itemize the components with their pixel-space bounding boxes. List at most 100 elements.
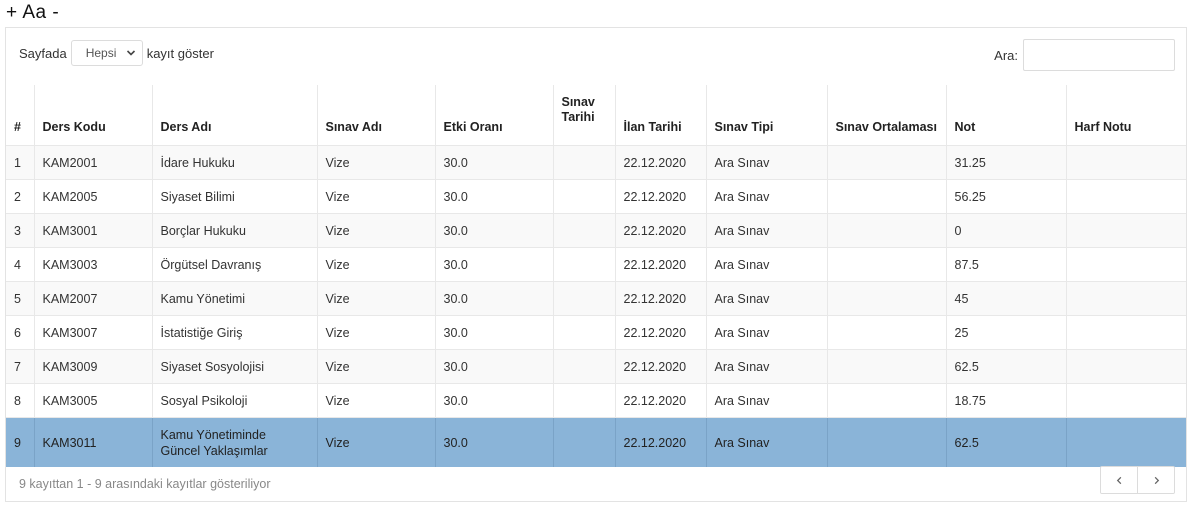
cell-course-code: KAM3005 bbox=[34, 383, 153, 418]
page-length-control: Sayfada Hepsi kayıt göster bbox=[19, 39, 214, 67]
cell-grade: 45 bbox=[946, 281, 1067, 316]
cell-grade: 18.75 bbox=[946, 383, 1067, 418]
table-row[interactable]: 8 KAM3005 Sosyal Psikoloji Vize 30.0 22.12.20… bbox=[6, 383, 1186, 418]
cell-exam-type: Ara Sınav bbox=[706, 349, 828, 384]
table-row[interactable]: 9 KAM3011 Kamu Yönetiminde Güncel Yaklaşım… bbox=[6, 417, 1186, 467]
cell-announce-date: 22.12.2020 bbox=[615, 349, 707, 384]
column-header-course-name[interactable]: Ders Adı bbox=[152, 85, 318, 146]
cell-exam-date bbox=[553, 349, 616, 384]
cell-weight: 30.0 bbox=[435, 145, 554, 180]
cell-exam-average bbox=[827, 315, 947, 350]
cell-weight: 30.0 bbox=[435, 383, 554, 418]
cell-exam-type: Ara Sınav bbox=[706, 247, 828, 282]
cell-letter-grade bbox=[1066, 247, 1186, 282]
cell-course-name: Kamu Yönetimi bbox=[152, 281, 318, 316]
page-length-select[interactable]: Hepsi bbox=[70, 40, 143, 66]
table-row[interactable]: 5 KAM2007 Kamu Yönetimi Vize 30.0 22.12.2020 A… bbox=[6, 281, 1186, 316]
cell-weight: 30.0 bbox=[435, 179, 554, 214]
cell-exam-type: Ara Sınav bbox=[706, 145, 828, 180]
cell-letter-grade bbox=[1066, 315, 1186, 350]
previous-page-button[interactable] bbox=[1101, 467, 1137, 493]
cell-exam-name: Vize bbox=[317, 179, 436, 214]
chevron-right-icon bbox=[1154, 476, 1159, 484]
cell-exam-average bbox=[827, 247, 947, 282]
cell-course-name: Örgütsel Davranış bbox=[152, 247, 318, 282]
cell-index: 6 bbox=[6, 315, 35, 350]
cell-course-code: KAM2005 bbox=[34, 179, 153, 214]
cell-course-name: İdare Hukuku bbox=[152, 145, 318, 180]
cell-grade: 31.25 bbox=[946, 145, 1067, 180]
cell-index: 9 bbox=[6, 417, 35, 467]
table-row[interactable]: 6 KAM3007 İstatistiğe Giriş Vize 30.0 22.12.2… bbox=[6, 315, 1186, 350]
cell-weight: 30.0 bbox=[435, 315, 554, 350]
cell-exam-date bbox=[553, 383, 616, 418]
cell-exam-date bbox=[553, 281, 616, 316]
cell-course-code: KAM3001 bbox=[34, 213, 153, 248]
cell-letter-grade bbox=[1066, 349, 1186, 384]
cell-letter-grade bbox=[1066, 417, 1186, 467]
font-decrease-button[interactable]: - bbox=[52, 2, 59, 23]
cell-exam-name: Vize bbox=[317, 417, 436, 467]
cell-announce-date: 22.12.2020 bbox=[615, 383, 707, 418]
cell-exam-average bbox=[827, 145, 947, 180]
cell-course-name: Kamu Yönetiminde Güncel Yaklaşımlar bbox=[152, 417, 318, 467]
cell-weight: 30.0 bbox=[435, 349, 554, 384]
font-size-controls: + Aa - bbox=[6, 2, 59, 24]
column-header-exam-date[interactable]: Sınav Tarihi bbox=[553, 85, 616, 146]
cell-exam-date bbox=[553, 179, 616, 214]
table-info-text: 9 kayıttan 1 - 9 arasındaki kayıtlar gös… bbox=[19, 477, 271, 491]
column-header-weight[interactable]: Etki Oranı bbox=[435, 85, 554, 146]
cell-letter-grade bbox=[1066, 281, 1186, 316]
cell-weight: 30.0 bbox=[435, 281, 554, 316]
table-row[interactable]: 4 KAM3003 Örgütsel Davranış Vize 30.0 22.12.2… bbox=[6, 247, 1186, 282]
cell-index: 3 bbox=[6, 213, 35, 248]
cell-exam-type: Ara Sınav bbox=[706, 383, 828, 418]
column-header-course-code[interactable]: Ders Kodu bbox=[34, 85, 153, 146]
cell-exam-name: Vize bbox=[317, 281, 436, 316]
cell-course-code: KAM3009 bbox=[34, 349, 153, 384]
table-row[interactable]: 2 KAM2005 Siyaset Bilimi Vize 30.0 22.12.2020… bbox=[6, 179, 1186, 214]
column-header-exam-type[interactable]: Sınav Tipi bbox=[706, 85, 828, 146]
cell-index: 1 bbox=[6, 145, 35, 180]
cell-exam-average bbox=[827, 383, 947, 418]
cell-exam-type: Ara Sınav bbox=[706, 213, 828, 248]
table-row[interactable]: 1 KAM2001 İdare Hukuku Vize 30.0 22.12.2020 Ar… bbox=[6, 145, 1186, 180]
page-length-suffix: kayıt göster bbox=[146, 45, 214, 61]
column-header-exam-average[interactable]: Sınav Ortalaması bbox=[827, 85, 947, 146]
cell-exam-name: Vize bbox=[317, 213, 436, 248]
column-header-grade[interactable]: Not bbox=[946, 85, 1067, 146]
cell-grade: 87.5 bbox=[946, 247, 1067, 282]
cell-course-code: KAM3003 bbox=[34, 247, 153, 282]
grades-panel: Sayfada Hepsi kayıt göster Ara: # Ders K… bbox=[5, 27, 1187, 502]
table-body: 1 KAM2001 İdare Hukuku Vize 30.0 22.12.2020 Ar… bbox=[6, 145, 1186, 467]
search-control: Ara: bbox=[994, 39, 1175, 71]
page-length-selected: Hepsi bbox=[85, 46, 117, 60]
cell-grade: 62.5 bbox=[946, 417, 1067, 467]
column-header-announce-date[interactable]: İlan Tarihi bbox=[615, 85, 707, 146]
cell-exam-date bbox=[553, 213, 616, 248]
column-header-index[interactable]: # bbox=[6, 85, 35, 146]
cell-course-code: KAM3011 bbox=[34, 417, 153, 467]
cell-announce-date: 22.12.2020 bbox=[615, 315, 707, 350]
cell-exam-date bbox=[553, 145, 616, 180]
cell-index: 7 bbox=[6, 349, 35, 384]
table-row[interactable]: 7 KAM3009 Siyaset Sosyolojisi Vize 30.0 22.12… bbox=[6, 349, 1186, 384]
column-header-letter-grade[interactable]: Harf Notu bbox=[1066, 85, 1186, 146]
cell-grade: 62.5 bbox=[946, 349, 1067, 384]
cell-letter-grade bbox=[1066, 179, 1186, 214]
cell-grade: 25 bbox=[946, 315, 1067, 350]
cell-course-name: İstatistiğe Giriş bbox=[152, 315, 318, 350]
cell-weight: 30.0 bbox=[435, 247, 554, 282]
table-row[interactable]: 3 KAM3001 Borçlar Hukuku Vize 30.0 22.12.2020… bbox=[6, 213, 1186, 248]
font-increase-button[interactable]: + bbox=[6, 2, 18, 23]
next-page-button[interactable] bbox=[1137, 467, 1174, 493]
cell-grade: 0 bbox=[946, 213, 1067, 248]
column-header-exam-name[interactable]: Sınav Adı bbox=[317, 85, 436, 146]
pagination bbox=[1100, 466, 1175, 494]
cell-exam-name: Vize bbox=[317, 145, 436, 180]
cell-letter-grade bbox=[1066, 213, 1186, 248]
search-input[interactable] bbox=[1023, 39, 1175, 71]
cell-exam-name: Vize bbox=[317, 383, 436, 418]
grades-table: # Ders Kodu Ders Adı Sınav Adı Etki Oran… bbox=[6, 85, 1186, 467]
page-length-prefix: Sayfada bbox=[19, 45, 67, 61]
